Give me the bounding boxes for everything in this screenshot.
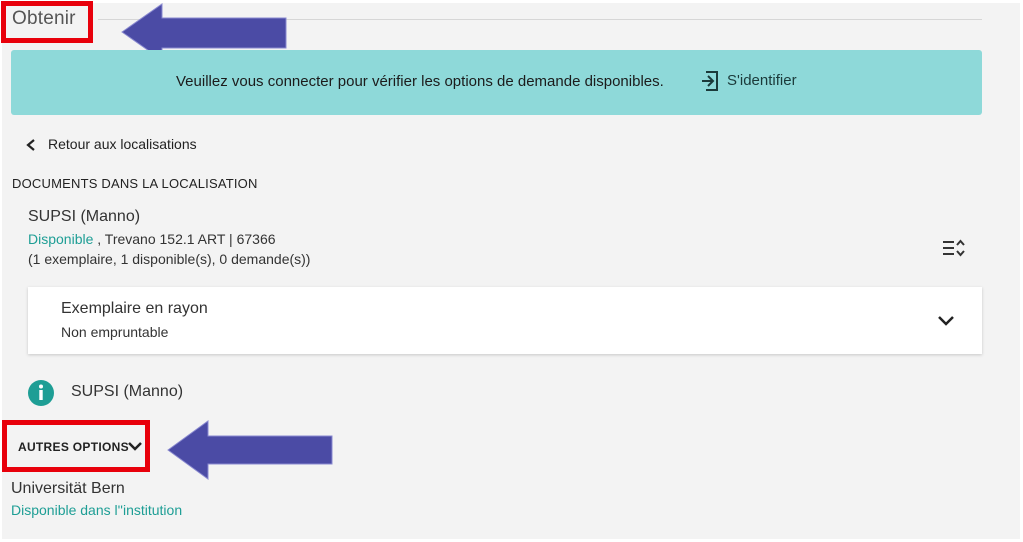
item-policy: Non empruntable <box>61 324 169 340</box>
institution-name: Universität Bern <box>11 480 125 497</box>
other-options-toggle[interactable]: AUTRES OPTIONS <box>18 440 129 454</box>
item-title: Exemplaire en rayon <box>61 300 208 317</box>
info-icon <box>28 380 54 406</box>
login-button[interactable]: S'identifier <box>727 72 797 89</box>
call-number: , Trevano 152.1 ART | 67366 <box>93 231 276 247</box>
sort-icon[interactable] <box>941 238 967 260</box>
annotation-arrow-left-icon <box>167 420 333 480</box>
chevron-left-icon <box>26 139 35 151</box>
location-summary: (1 exemplaire, 1 disponible(s), 0 demand… <box>28 251 311 267</box>
sign-in-icon[interactable] <box>700 69 720 93</box>
chevron-down-icon[interactable] <box>127 441 143 453</box>
location-name: SUPSI (Manno) <box>28 208 141 225</box>
highlight-box-title <box>1 1 93 43</box>
login-banner-message: Veuillez vous connecter pour vérifier le… <box>176 73 664 90</box>
institution-availability-link[interactable]: Disponible dans l''institution <box>11 502 182 518</box>
info-location-label: SUPSI (Manno) <box>71 383 184 400</box>
back-link-label: Retour aux localisations <box>48 136 197 152</box>
location-availability: Disponible , Trevano 152.1 ART | 67366 <box>28 231 276 247</box>
item-card[interactable] <box>28 287 982 354</box>
documents-heading: DOCUMENTS DANS LA LOCALISATION <box>12 176 258 191</box>
availability-status[interactable]: Disponible <box>28 231 93 247</box>
chevron-down-icon[interactable] <box>937 315 955 327</box>
